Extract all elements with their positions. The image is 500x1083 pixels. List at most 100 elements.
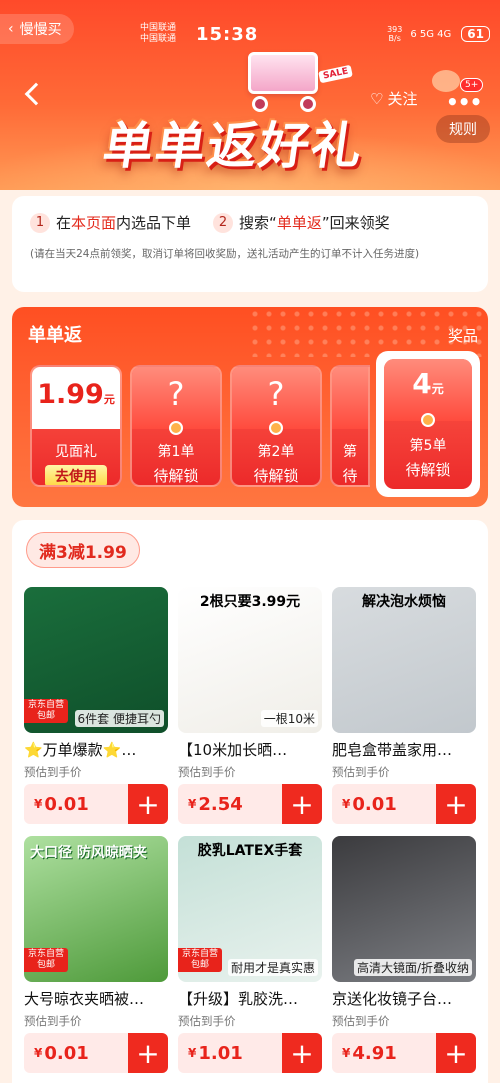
back-arrow-icon[interactable] — [24, 82, 48, 106]
lock-icon — [421, 413, 435, 427]
self-tag-line-2: 包邮 — [37, 711, 56, 721]
product-card[interactable]: 解决泡水烦恼 肥皂盒带盖家用… 预估到手价 ¥0.01 + — [332, 587, 476, 824]
product-image[interactable]: 京东自营 包邮 6件套 便捷耳勺 — [24, 587, 168, 733]
welcome-label: 见面礼 — [55, 444, 97, 460]
battery-icon: 61 — [461, 26, 490, 42]
order-3-status: 待 — [342, 467, 358, 485]
product-image[interactable]: 高清大镜面/折叠收纳 — [332, 836, 476, 982]
question-mark-icon: ? — [267, 375, 285, 413]
page-title: 单单返好礼 — [99, 117, 368, 175]
hero-header: ‹ 慢慢买 中国联通 中国联通 15:38 393 B/s 6 5G 4G 61… — [0, 0, 500, 190]
self-tag-line-1: 京东自营 — [28, 700, 65, 710]
question-mark-icon: ? — [167, 375, 185, 413]
image-headline: 解决泡水烦恼 — [362, 594, 446, 610]
product-price: ¥2.54 — [178, 784, 282, 824]
step-2-text-pre: 搜索“ — [239, 214, 277, 232]
follow-button[interactable]: ♡ 关注 — [370, 88, 417, 109]
product-image[interactable]: 大口径 防风晾晒夹 京东自营 包邮 — [24, 836, 168, 982]
steps-card: 1 在 本页面 内选品下单 2 搜索“ 单单返 ”回来领奖 (请在当天24点前领… — [12, 196, 488, 292]
use-now-button[interactable]: 去使用 — [45, 465, 107, 485]
final-amount: 4元 — [384, 367, 472, 400]
estimate-label: 预估到手价 — [178, 1014, 236, 1028]
self-tag-line-2: 包邮 — [191, 960, 210, 970]
self-tag-line-1: 京东自营 — [182, 949, 219, 959]
reward-card-welcome[interactable]: 1.99元 见面礼 去使用 — [30, 365, 122, 487]
product-image[interactable]: 2根只要3.99元 一根10米 — [178, 587, 322, 733]
steps-row: 1 在 本页面 内选品下单 2 搜索“ 单单返 ”回来领奖 — [30, 212, 470, 233]
add-to-cart-button[interactable]: + — [436, 784, 476, 824]
add-to-cart-button[interactable]: + — [282, 784, 322, 824]
product-card[interactable]: 高清大镜面/折叠收纳 京送化妆镜子台… 预估到手价 ¥4.91 + — [332, 836, 476, 1073]
product-title: ⭐万单爆款⭐… — [24, 741, 137, 759]
product-price: ¥4.91 — [332, 1033, 436, 1073]
currency-symbol: ¥ — [342, 1046, 351, 1060]
image-caption: 一根10米 — [260, 710, 318, 727]
product-title: 【升级】乳胶洗… — [178, 990, 299, 1008]
cart-basket — [248, 52, 318, 94]
add-to-cart-button[interactable]: + — [436, 1033, 476, 1073]
more-icon[interactable]: ••• — [446, 90, 482, 114]
price-value: 0.01 — [44, 793, 89, 815]
product-price: ¥1.01 — [178, 1033, 282, 1073]
add-to-cart-button[interactable]: + — [128, 1033, 168, 1073]
currency-symbol: ¥ — [188, 1046, 197, 1060]
product-card[interactable]: 京东自营 包邮 6件套 便捷耳勺 ⭐万单爆款⭐… 预估到手价 ¥0.01 + — [24, 587, 168, 824]
follow-label: 关注 — [387, 90, 418, 108]
add-to-cart-button[interactable]: + — [282, 1033, 322, 1073]
product-price: ¥0.01 — [332, 784, 436, 824]
lock-icon — [269, 421, 283, 435]
image-headline: 胶乳LATEX手套 — [197, 843, 303, 859]
product-card[interactable]: 2根只要3.99元 一根10米 【10米加长晒… 预估到手价 ¥2.54 + — [178, 587, 322, 824]
rules-button[interactable]: 规则 — [436, 115, 490, 143]
order-5-label: 第5单 — [409, 438, 447, 454]
status-time: 15:38 — [196, 23, 259, 45]
reward-card-order-3-partial[interactable]: 第 待 — [330, 365, 370, 487]
chevron-left-icon: ‹ — [8, 21, 14, 37]
product-title: 京送化妆镜子台… — [332, 990, 453, 1008]
net-speed-value: 393 — [387, 25, 403, 34]
promo-tag[interactable]: 满3减1.99 — [26, 532, 140, 568]
reward-card-order-1[interactable]: ? 第1单 待解锁 — [130, 365, 222, 487]
carrier-info: 中国联通 中国联通 — [140, 23, 190, 45]
order-1-label: 第1单 — [157, 444, 195, 460]
order-1-status: 待解锁 — [153, 467, 199, 485]
step-2-highlight: 单单返 — [276, 214, 322, 232]
image-caption: 耐用才是真实惠 — [227, 959, 318, 976]
avatar — [432, 70, 460, 92]
reward-card-order-5[interactable]: 4元 第5单 待解锁 — [376, 351, 480, 497]
reward-card-order-2[interactable]: ? 第2单 待解锁 — [230, 365, 322, 487]
estimate-label: 预估到手价 — [24, 765, 82, 779]
image-caption: 6件套 便捷耳勺 — [74, 710, 164, 727]
price-value: 2.54 — [198, 793, 243, 815]
currency-symbol: ¥ — [342, 797, 351, 811]
currency-symbol: ¥ — [34, 797, 43, 811]
product-price: ¥0.01 — [24, 784, 128, 824]
notification-badge: 5+ — [460, 78, 484, 92]
add-to-cart-button[interactable]: + — [128, 784, 168, 824]
back-app-label: 慢慢买 — [19, 22, 62, 38]
self-tag-line-1: 京东自营 — [28, 949, 65, 959]
step-1-highlight: 本页面 — [71, 214, 117, 232]
image-caption: 高清大镜面/折叠收纳 — [353, 959, 472, 976]
self-tag-line-2: 包邮 — [37, 960, 56, 970]
product-price: ¥0.01 — [24, 1033, 128, 1073]
jd-self-tag: 京东自营 包邮 — [24, 699, 69, 723]
back-to-app-button[interactable]: ‹ 慢慢买 — [0, 14, 74, 44]
order-2-label: 第2单 — [257, 444, 295, 460]
order-3-label: 第 — [343, 444, 357, 460]
final-amount-unit: 元 — [431, 382, 444, 396]
prize-label: 奖品 — [447, 327, 478, 345]
step-1-text-pre: 在 — [56, 214, 72, 232]
heart-icon: ♡ — [370, 89, 384, 108]
product-title: 【10米加长晒… — [178, 741, 288, 759]
order-5-status: 待解锁 — [405, 461, 451, 479]
order-2-status: 待解锁 — [253, 467, 299, 485]
steps-note: (请在当天24点前领奖，取消订单将回收奖励，送礼活动产生的订单不计入任务进度) — [30, 248, 420, 260]
net-speed: 393 B/s — [387, 25, 402, 43]
product-image[interactable]: 解决泡水烦恼 — [332, 587, 476, 733]
product-image[interactable]: 胶乳LATEX手套 京东自营 包邮 耐用才是真实惠 — [178, 836, 322, 982]
product-card[interactable]: 胶乳LATEX手套 京东自营 包邮 耐用才是真实惠 【升级】乳胶洗… 预估到手价 … — [178, 836, 322, 1073]
signal-icon: 6 5G 4G — [410, 28, 452, 40]
currency-symbol: ¥ — [34, 1046, 43, 1060]
product-card[interactable]: 大口径 防风晾晒夹 京东自营 包邮 大号晾衣夹晒被… 预估到手价 ¥0.01 + — [24, 836, 168, 1073]
